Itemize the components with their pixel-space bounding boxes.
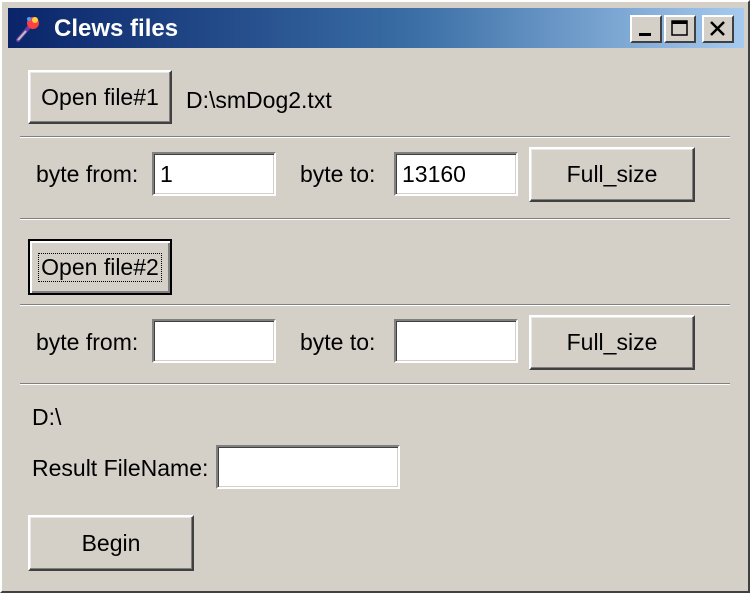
- result-filename-input[interactable]: [216, 445, 400, 489]
- separator: [20, 383, 730, 385]
- file1-byte-to-label: byte to:: [300, 161, 376, 187]
- separator: [20, 304, 730, 306]
- file1-full-size-button[interactable]: Full_size: [529, 147, 695, 202]
- magic-wand-icon: [16, 17, 39, 42]
- close-button[interactable]: [702, 15, 734, 43]
- file1-byte-to-input[interactable]: [394, 152, 518, 196]
- window-title: Clews files: [54, 15, 179, 42]
- title-bar[interactable]: Clews files: [8, 8, 744, 48]
- maximize-button[interactable]: [664, 15, 696, 43]
- app-window: Clews files Open file#1 D:\smDog2.txt by…: [0, 0, 750, 593]
- open-file2-label: Open file#2: [38, 252, 162, 282]
- begin-button[interactable]: Begin: [28, 515, 194, 571]
- minimize-icon: [639, 33, 651, 36]
- result-filename-label: Result FileName:: [32, 455, 209, 481]
- file1-byte-from-input[interactable]: [152, 152, 276, 196]
- file2-full-size-button[interactable]: Full_size: [529, 315, 695, 370]
- separator: [20, 136, 730, 138]
- open-file1-button[interactable]: Open file#1: [28, 70, 172, 124]
- maximize-icon: [671, 20, 688, 36]
- file2-byte-to-label: byte to:: [300, 329, 376, 355]
- minimize-button[interactable]: [630, 15, 662, 43]
- file2-byte-to-input[interactable]: [394, 319, 518, 363]
- file1-path: D:\smDog2.txt: [186, 87, 332, 113]
- file2-byte-from-label: byte from:: [36, 329, 139, 355]
- open-file2-button[interactable]: Open file#2: [28, 239, 172, 295]
- result-path: D:\: [32, 404, 62, 430]
- close-icon: [710, 21, 725, 36]
- separator: [20, 218, 730, 220]
- file2-byte-from-input[interactable]: [152, 319, 276, 363]
- file1-byte-from-label: byte from:: [36, 161, 139, 187]
